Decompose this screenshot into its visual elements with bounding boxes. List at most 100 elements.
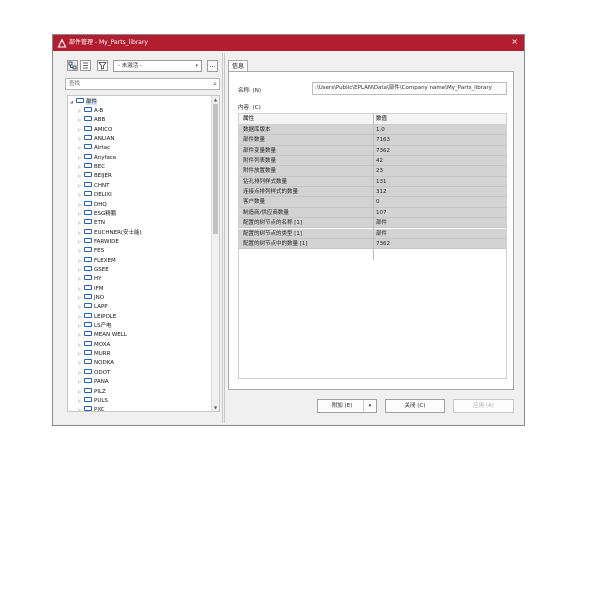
tree-node[interactable]: ▷ MEAN WELL [78,330,127,339]
splitter-edge [224,53,225,423]
folder-icon [84,256,92,262]
tree-node[interactable]: ▷ GSEE [78,265,109,274]
folder-icon [76,98,84,103]
folder-icon [84,163,92,169]
tree-node[interactable]: ▷ AMICO [78,125,112,134]
path-field[interactable]: :\Users\Public\EPLAN\Data\部件\Company nam… [312,82,507,95]
value-cell: 部件 [376,230,388,237]
folder-icon [84,340,92,346]
folder-icon [84,396,92,402]
tree-node[interactable]: ▷ Airtac [78,143,110,152]
parts-tree[interactable]: ◢ 部件 ▷ A-B ▷ ABB ▷ AMICO ▷ ANLIAN ▷ Airtac ▷ Anyface… [67,95,220,412]
tree-node[interactable]: ▷ ODOT [78,368,110,377]
chevron-down-icon[interactable]: ▾ [363,400,376,412]
tree-node[interactable]: ▷ DELIXI [78,190,112,199]
tree-node[interactable]: ▷ EUCHNER(安士能) [78,228,142,237]
folder-icon [84,237,92,243]
tree-node-label: ABB [94,117,106,124]
property-cell: 制造商/供应商数量 [243,209,289,216]
column-header-property[interactable]: 属性 [243,114,254,124]
tree-node-label: LS产电 [94,323,112,330]
tree-node[interactable]: ▷ NODKA [78,358,114,367]
tree-node[interactable]: ▷ PILZ [78,387,106,396]
folder-icon [84,322,92,328]
tree-node[interactable]: ▷ ESG精鹏 [78,209,116,218]
filter-icon[interactable] [97,60,108,71]
tree-node[interactable]: ▷ FLEXEM [78,256,116,265]
tree-node[interactable]: ▷ PULS [78,396,108,405]
tree-node[interactable]: ▷ Anyface [78,153,116,162]
folder-icon [84,172,92,178]
tree-node-label: PULS [94,397,108,404]
tree-node[interactable]: ▷ CHNT [78,181,109,190]
search-input[interactable]: 查找 ⌕ [65,78,220,90]
tree-node[interactable]: ▷ ABB [78,115,105,124]
property-cell: 附件列表数量 [243,158,277,165]
tree-view-icon[interactable] [67,60,78,71]
tree-node-label: DHQ [94,201,107,208]
tree-node[interactable]: ▷ DHQ [78,200,107,209]
tree-node-label: ODOT [94,369,111,376]
tree-node[interactable]: ▷ FES [78,246,104,255]
tree-node[interactable]: ▷ IFM [78,284,104,293]
tree-node-label: MURR [94,351,111,358]
tree-node-label: NODKA [94,360,114,367]
tree-node[interactable]: ▷ HY [78,274,102,283]
list-view-icon[interactable] [80,60,91,71]
property-cell: 客户数量 [243,199,266,206]
folder-icon [84,153,92,159]
folder-icon [84,107,92,112]
tree-node-label: ESG精鹏 [94,210,117,217]
tree-node[interactable]: ▷ LS产电 [78,321,112,330]
folder-icon [84,116,92,122]
tree-root-node[interactable]: ◢ 部件 [70,97,98,106]
folder-icon [84,144,92,150]
tree-node[interactable]: ▷ MURR [78,349,110,358]
folder-icon [84,219,92,225]
tree-node[interactable]: ▷ JNO [78,293,104,302]
attach-button[interactable]: 附加 (E) ▾ [317,399,377,413]
tree-node[interactable]: ▷ ANLIAN [78,134,114,143]
tree-node[interactable]: ▷ LEIPOLE [78,312,116,321]
search-placeholder: 查找 [69,81,81,87]
scroll-up-icon[interactable]: ▲ [212,96,219,103]
scroll-thumb[interactable] [213,104,218,234]
tree-node-label: CHNT [94,182,110,189]
value-cell: 42 [376,158,383,165]
folder-icon [84,200,92,206]
apply-button[interactable]: 应用 (A) [453,399,514,413]
properties-grid[interactable]: 属性 数值 数据库版本 1.0 部件数量 7163 部件变量数量 7362 附件列表数量 42… [238,113,507,379]
filter-select[interactable]: - 未激活 - ▾ [113,60,202,72]
tree-node[interactable]: ▷ A-B [78,106,103,115]
parts-management-window: 部件管理 - My_Parts_library × - 未激活 - ▾ ... … [52,34,525,426]
value-cell: 312 [376,189,387,196]
tree-scrollbar[interactable]: ▲ ▼ [211,96,219,411]
tree-node[interactable]: ▷ PANA [78,377,109,386]
folder-icon [84,275,92,281]
scroll-down-icon[interactable]: ▼ [212,404,219,411]
close-window-icon[interactable]: × [511,37,518,47]
tree-node[interactable]: ▷ BEIJER [78,171,112,180]
tab-info[interactable]: 信息 [228,60,248,71]
property-cell: 配置的树节点中的数量 [1] [243,240,308,247]
tree-node[interactable]: ▷ MOXA [78,340,110,349]
folder-icon [84,265,92,271]
tree-node-label: PILZ [94,388,106,395]
column-header-value[interactable]: 数值 [376,114,387,124]
tree-node[interactable]: ▷ BEC [78,162,105,171]
splitter[interactable] [222,53,223,423]
tree-node-label: MEAN WELL [94,332,127,339]
folder-icon [84,406,92,411]
folder-icon [84,359,92,365]
more-button[interactable]: ... [207,60,218,72]
column-divider [373,114,374,260]
folder-icon [84,228,92,234]
tree-node[interactable]: ▷ ETN [78,218,105,227]
property-cell: 连接点排列样式的数量 [243,189,299,196]
tree-node[interactable]: ▷ FARWIDE [78,237,119,246]
content-label: 内容: (C) [238,105,261,111]
search-icon[interactable]: ⌕ [213,79,217,89]
close-button[interactable]: 关闭 (C) [385,399,445,413]
tree-node[interactable]: ▷ LAPP [78,302,108,311]
tree-node[interactable]: ▷ PXC [78,405,105,411]
